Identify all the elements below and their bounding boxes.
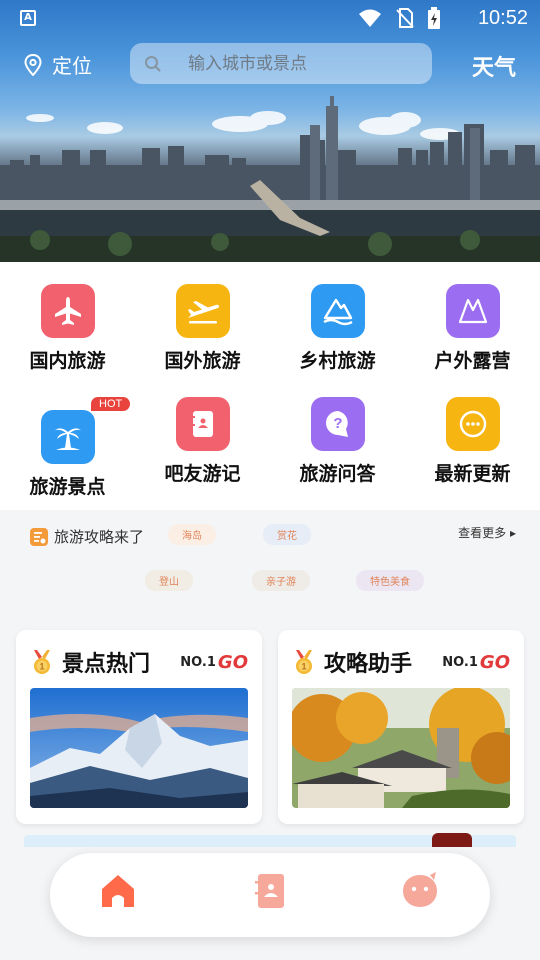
rank-badge: NO.1 GO xyxy=(442,652,510,673)
battery-icon xyxy=(428,7,440,29)
search-bar[interactable] xyxy=(130,43,432,84)
go-label: GO xyxy=(217,652,248,673)
svg-text:1: 1 xyxy=(39,662,44,672)
tag-chip[interactable]: 赏花 xyxy=(263,524,311,545)
category-label: 旅游问答 xyxy=(299,463,376,485)
go-label: GO xyxy=(479,652,510,673)
category-latest[interactable]: 最新更新 xyxy=(405,397,540,486)
tag-chip[interactable]: 特色美食 xyxy=(356,570,424,591)
snow-mountain-image xyxy=(30,688,248,808)
tag-chip[interactable]: 登山 xyxy=(145,570,193,591)
home-icon xyxy=(102,875,134,907)
category-rural-travel[interactable]: 乡村旅游 xyxy=(270,284,405,373)
hot-attractions-card[interactable]: 1 景点热门 NO.1 GO xyxy=(16,630,262,824)
category-foreign-travel[interactable]: 国外旅游 xyxy=(135,284,270,373)
guide-tags-section: 旅游攻略来了 查看更多 ▸ 海岛 赏花 登山 亲子游 特色美食 xyxy=(0,510,540,600)
medal-icon: 1 xyxy=(34,650,50,674)
status-bar: A 10:52 xyxy=(0,0,540,36)
category-travel-notes[interactable]: 吧友游记 xyxy=(135,397,270,486)
search-input[interactable] xyxy=(188,53,408,74)
category-outdoor-camping[interactable]: 户外露营 xyxy=(405,284,540,373)
location-button[interactable]: 定位 xyxy=(24,50,92,79)
wifi-icon xyxy=(359,9,381,27)
guide-tags-title: 旅游攻略来了 xyxy=(30,526,144,547)
category-label: 旅游景点 xyxy=(29,476,106,498)
category-domestic-travel[interactable]: 国内旅游 xyxy=(0,284,135,373)
app-notification-icon: A xyxy=(20,10,36,26)
see-more-link[interactable]: 查看更多 ▸ xyxy=(458,524,516,541)
tag-chip[interactable]: 亲子游 xyxy=(252,570,310,591)
card-title: 攻略助手 xyxy=(324,652,413,677)
notebook-icon xyxy=(175,397,230,451)
rank-label: NO.1 xyxy=(180,655,216,670)
tent-icon xyxy=(445,284,500,338)
category-label: 国内旅游 xyxy=(29,350,106,372)
rank-label: NO.1 xyxy=(442,655,478,670)
face-icon xyxy=(403,872,437,907)
airplane-icon xyxy=(40,284,95,338)
city-skyline-image xyxy=(0,96,540,262)
search-icon xyxy=(145,55,161,72)
autumn-village-image xyxy=(292,688,510,808)
location-pin-icon xyxy=(24,53,42,76)
banner-strip-accent xyxy=(432,833,472,847)
category-label: 国外旅游 xyxy=(164,350,241,372)
category-label: 吧友游记 xyxy=(164,463,241,485)
rank-badge: NO.1 GO xyxy=(180,652,248,673)
palm-tree-icon xyxy=(40,410,95,464)
plane-takeoff-icon xyxy=(175,284,230,338)
card-title: 景点热门 xyxy=(62,652,151,677)
mountain-icon xyxy=(310,284,365,338)
category-label: 乡村旅游 xyxy=(299,350,376,372)
notebook-icon xyxy=(255,874,284,908)
status-time: 10:52 xyxy=(477,7,528,29)
no-sim-icon xyxy=(396,8,414,28)
more-icon xyxy=(445,397,500,451)
question-icon: ? xyxy=(310,397,365,451)
category-attractions[interactable]: 旅游景点 xyxy=(0,410,135,499)
nav-profile[interactable] xyxy=(400,871,440,911)
weather-button[interactable]: 天气 xyxy=(472,50,516,82)
guide-icon xyxy=(30,527,48,546)
category-qa[interactable]: ? 旅游问答 xyxy=(270,397,405,486)
nav-notes[interactable] xyxy=(250,871,290,911)
nav-home[interactable] xyxy=(98,871,138,911)
hero-banner xyxy=(0,0,540,262)
svg-text:1: 1 xyxy=(301,662,306,672)
category-grid: 国内旅游 国外旅游 乡村旅游 户外露营 HOT 旅游景点 吧友游记 ? 旅游问答… xyxy=(0,262,540,510)
category-label: 最新更新 xyxy=(434,463,511,485)
location-label: 定位 xyxy=(52,54,92,78)
hot-badge: HOT xyxy=(91,397,131,411)
category-label: 户外露营 xyxy=(434,350,511,372)
bottom-navigation xyxy=(50,853,490,937)
medal-icon: 1 xyxy=(296,650,312,674)
guide-title-text: 旅游攻略来了 xyxy=(54,528,145,546)
guide-helper-card[interactable]: 1 攻略助手 NO.1 GO xyxy=(278,630,524,824)
tag-chip[interactable]: 海岛 xyxy=(168,524,216,545)
svg-text:?: ? xyxy=(333,415,342,432)
